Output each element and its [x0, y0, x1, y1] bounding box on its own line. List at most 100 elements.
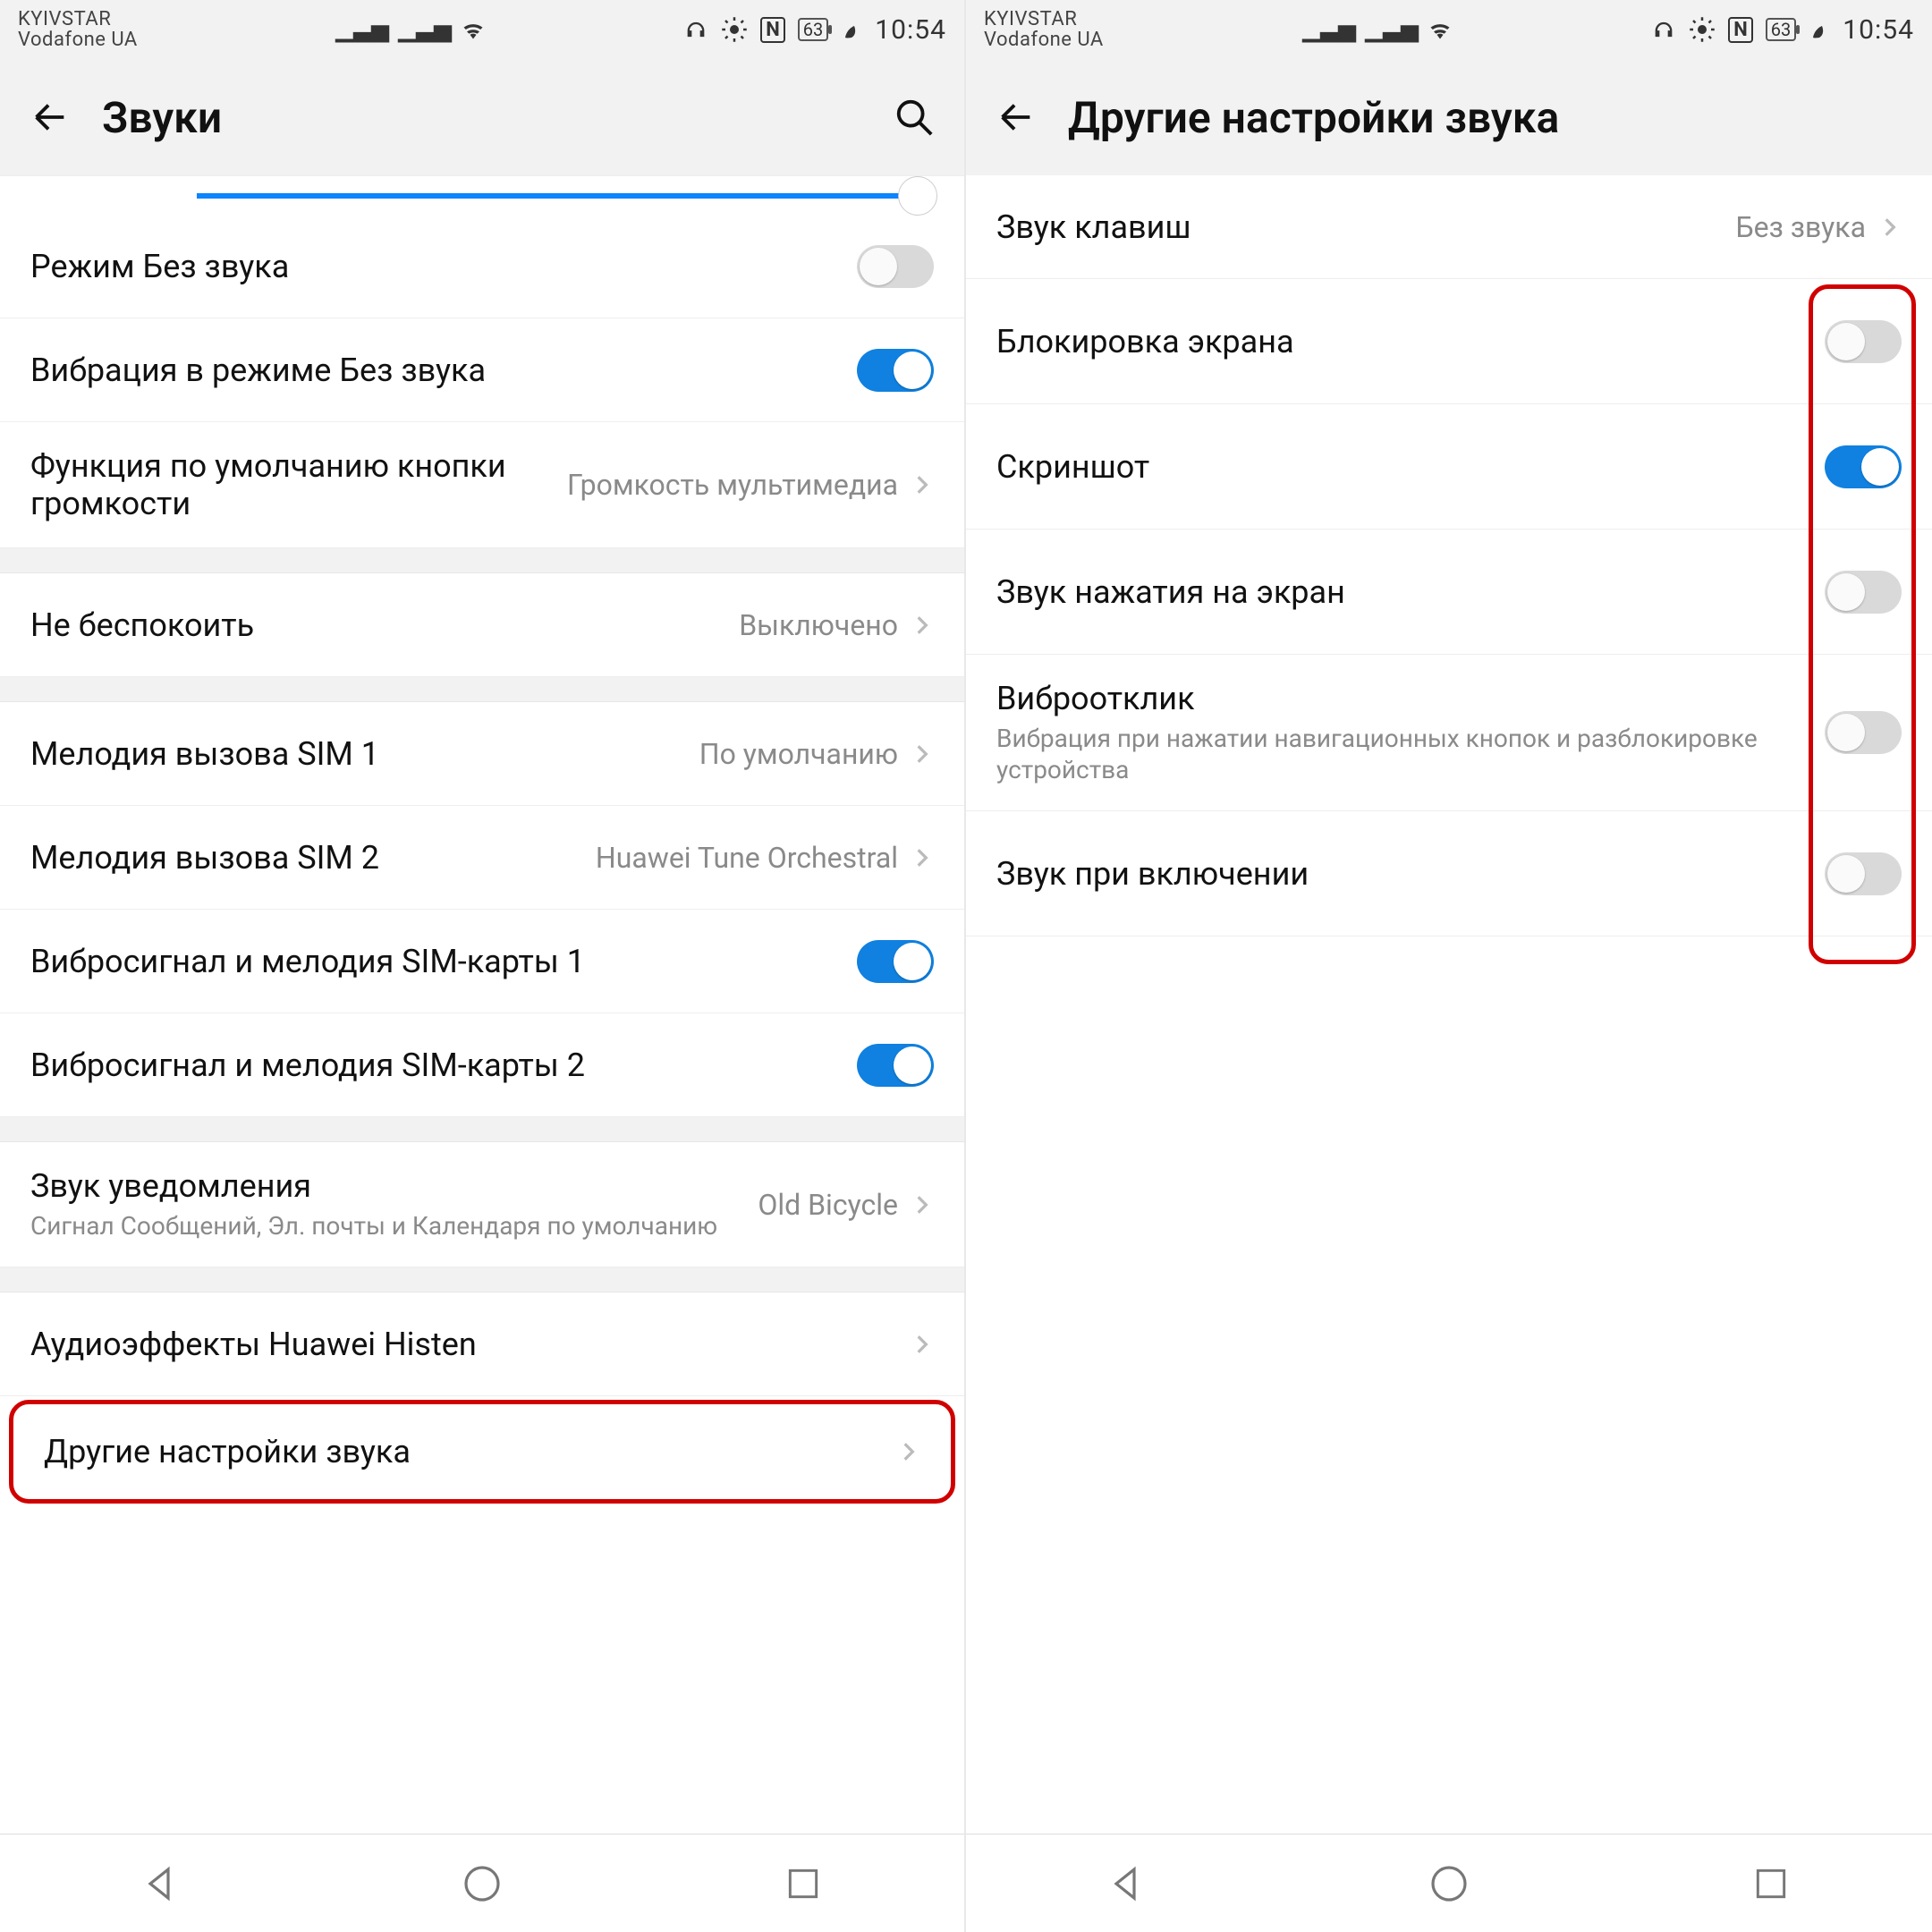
chevron-right-icon: [911, 473, 934, 496]
battery-icon: 63: [798, 18, 828, 41]
header: Звуки: [0, 59, 964, 175]
row-default-volume-fn[interactable]: Функция по умолчанию кнопки громкости Гр…: [0, 422, 964, 548]
label: Блокировка экрана: [996, 323, 1825, 360]
nfc-icon: N: [760, 17, 785, 43]
label: Вибрация в режиме Без звука: [30, 352, 857, 389]
row-vibrate-silent[interactable]: Вибрация в режиме Без звука: [0, 318, 964, 422]
sublabel: Сигнал Сообщений, Эл. почты и Календаря …: [30, 1210, 758, 1241]
signal-cluster: ▁▃▅ ▁▃▅: [335, 16, 486, 43]
touch-sound-toggle[interactable]: [1825, 571, 1902, 614]
label: Виброотклик: [996, 680, 1825, 717]
chevron-right-icon: [897, 1440, 920, 1463]
signal-2-icon: ▁▃▅: [1365, 16, 1419, 43]
screen-sounds: KYIVSTAR Vodafone UA ▁▃▅ ▁▃▅ N 63 10:54: [0, 0, 966, 1932]
label: Вибросигнал и мелодия SIM-карты 1: [30, 943, 857, 980]
carrier-1: KYIVSTAR: [984, 9, 1104, 30]
battery-icon: 63: [1766, 18, 1796, 41]
label: Режим Без звука: [30, 248, 857, 285]
row-huawei-histen[interactable]: Аудиоэффекты Huawei Histen: [0, 1292, 964, 1396]
row-notification-sound[interactable]: Звук уведомления Сигнал Сообщений, Эл. п…: [0, 1142, 964, 1267]
row-dial-tone[interactable]: Звук клавиш Без звука: [966, 175, 1932, 279]
silent-toggle[interactable]: [857, 245, 934, 288]
value: Old Bicycle: [758, 1188, 898, 1222]
back-button[interactable]: [991, 92, 1041, 142]
row-touch-sound[interactable]: Звук нажатия на экран: [966, 530, 1932, 655]
vibrate-ring-sim2-toggle[interactable]: [857, 1044, 934, 1087]
row-vibrate-ring-sim2[interactable]: Вибросигнал и мелодия SIM-карты 2: [0, 1013, 964, 1117]
signal-1-icon: ▁▃▅: [1302, 16, 1356, 43]
eye-comfort-icon: [1689, 16, 1716, 43]
row-haptic[interactable]: Виброотклик Вибрация при нажатии навигац…: [966, 655, 1932, 811]
status-right: N 63 10:54: [683, 14, 946, 46]
slider-thumb[interactable]: [898, 176, 937, 216]
value: Выключено: [739, 608, 898, 642]
row-startup-sound[interactable]: Звук при включении: [966, 811, 1932, 936]
section-gap: [0, 1117, 964, 1142]
nav-recents-button[interactable]: [776, 1857, 830, 1911]
status-carriers: KYIVSTAR Vodafone UA: [984, 9, 1104, 50]
row-do-not-disturb[interactable]: Не беспокоить Выключено: [0, 573, 964, 677]
label: Мелодия вызова SIM 2: [30, 839, 596, 877]
header: Другие настройки звука: [966, 59, 1932, 175]
chevron-right-icon: [1878, 216, 1902, 239]
row-other-sound-settings[interactable]: Другие настройки звука: [9, 1400, 955, 1504]
startup-sound-toggle[interactable]: [1825, 852, 1902, 895]
label: Мелодия вызова SIM 1: [30, 735, 699, 773]
status-bar: KYIVSTAR Vodafone UA ▁▃▅ ▁▃▅ N 63 10:54: [966, 0, 1932, 59]
chevron-right-icon: [911, 1333, 934, 1356]
screenshot-toggle[interactable]: [1825, 445, 1902, 488]
label: Звук нажатия на экран: [996, 573, 1825, 611]
signal-2-icon: ▁▃▅: [398, 16, 452, 43]
volume-slider-row[interactable]: [0, 175, 964, 215]
label: Функция по умолчанию кнопки громкости: [30, 447, 567, 522]
headphones-icon: [683, 17, 708, 42]
nav-back-button[interactable]: [134, 1857, 188, 1911]
row-ringtone-sim1[interactable]: Мелодия вызова SIM 1 По умолчанию: [0, 702, 964, 806]
label: Звук клавиш: [996, 208, 1735, 246]
status-bar: KYIVSTAR Vodafone UA ▁▃▅ ▁▃▅ N 63 10:54: [0, 0, 964, 59]
status-clock: 10:54: [1843, 14, 1914, 46]
carrier-2: Vodafone UA: [984, 30, 1104, 50]
chevron-right-icon: [911, 742, 934, 766]
wifi-icon: [461, 20, 486, 39]
signal-1-icon: ▁▃▅: [335, 16, 389, 43]
row-silent-mode[interactable]: Режим Без звука: [0, 215, 964, 318]
row-ringtone-sim2[interactable]: Мелодия вызова SIM 2 Huawei Tune Orchest…: [0, 806, 964, 910]
content: Режим Без звука Вибрация в режиме Без зв…: [0, 175, 964, 1834]
screen-other-sound-settings: KYIVSTAR Vodafone UA ▁▃▅ ▁▃▅ N 63 10:54 …: [966, 0, 1932, 1932]
chevron-right-icon: [911, 614, 934, 637]
back-button[interactable]: [25, 92, 75, 142]
nfc-icon: N: [1728, 17, 1753, 43]
leaf-icon: [1809, 19, 1830, 40]
section-gap: [0, 677, 964, 702]
vibrate-ring-sim1-toggle[interactable]: [857, 940, 934, 983]
section-gap: [0, 548, 964, 573]
haptic-toggle[interactable]: [1825, 711, 1902, 754]
page-title: Другие настройки звука: [1068, 92, 1907, 143]
nav-home-button[interactable]: [455, 1857, 509, 1911]
page-title: Звуки: [102, 92, 862, 143]
label: Вибросигнал и мелодия SIM-карты 2: [30, 1046, 857, 1084]
content: Звук клавиш Без звука Блокировка экрана …: [966, 175, 1932, 1834]
label: Звук при включении: [996, 855, 1825, 893]
navbar: [966, 1834, 1932, 1932]
nav-home-button[interactable]: [1422, 1857, 1476, 1911]
screen-lock-toggle[interactable]: [1825, 320, 1902, 363]
vibrate-silent-toggle[interactable]: [857, 349, 934, 392]
chevron-right-icon: [911, 846, 934, 869]
signal-cluster: ▁▃▅ ▁▃▅: [1302, 16, 1453, 43]
nav-back-button[interactable]: [1100, 1857, 1154, 1911]
status-carriers: KYIVSTAR Vodafone UA: [18, 9, 138, 50]
label: Не беспокоить: [30, 606, 739, 644]
nav-recents-button[interactable]: [1744, 1857, 1798, 1911]
sublabel: Вибрация при нажатии навигационных кнопо…: [996, 723, 1825, 785]
row-vibrate-ring-sim1[interactable]: Вибросигнал и мелодия SIM-карты 1: [0, 910, 964, 1013]
section-gap: [0, 1267, 964, 1292]
search-button[interactable]: [889, 92, 939, 142]
status-clock: 10:54: [875, 14, 946, 46]
row-screen-lock[interactable]: Блокировка экрана: [966, 279, 1932, 404]
row-screenshot[interactable]: Скриншот: [966, 404, 1932, 530]
label: Аудиоэффекты Huawei Histen: [30, 1326, 898, 1363]
label: Скриншот: [996, 448, 1825, 486]
value: По умолчанию: [699, 737, 898, 771]
